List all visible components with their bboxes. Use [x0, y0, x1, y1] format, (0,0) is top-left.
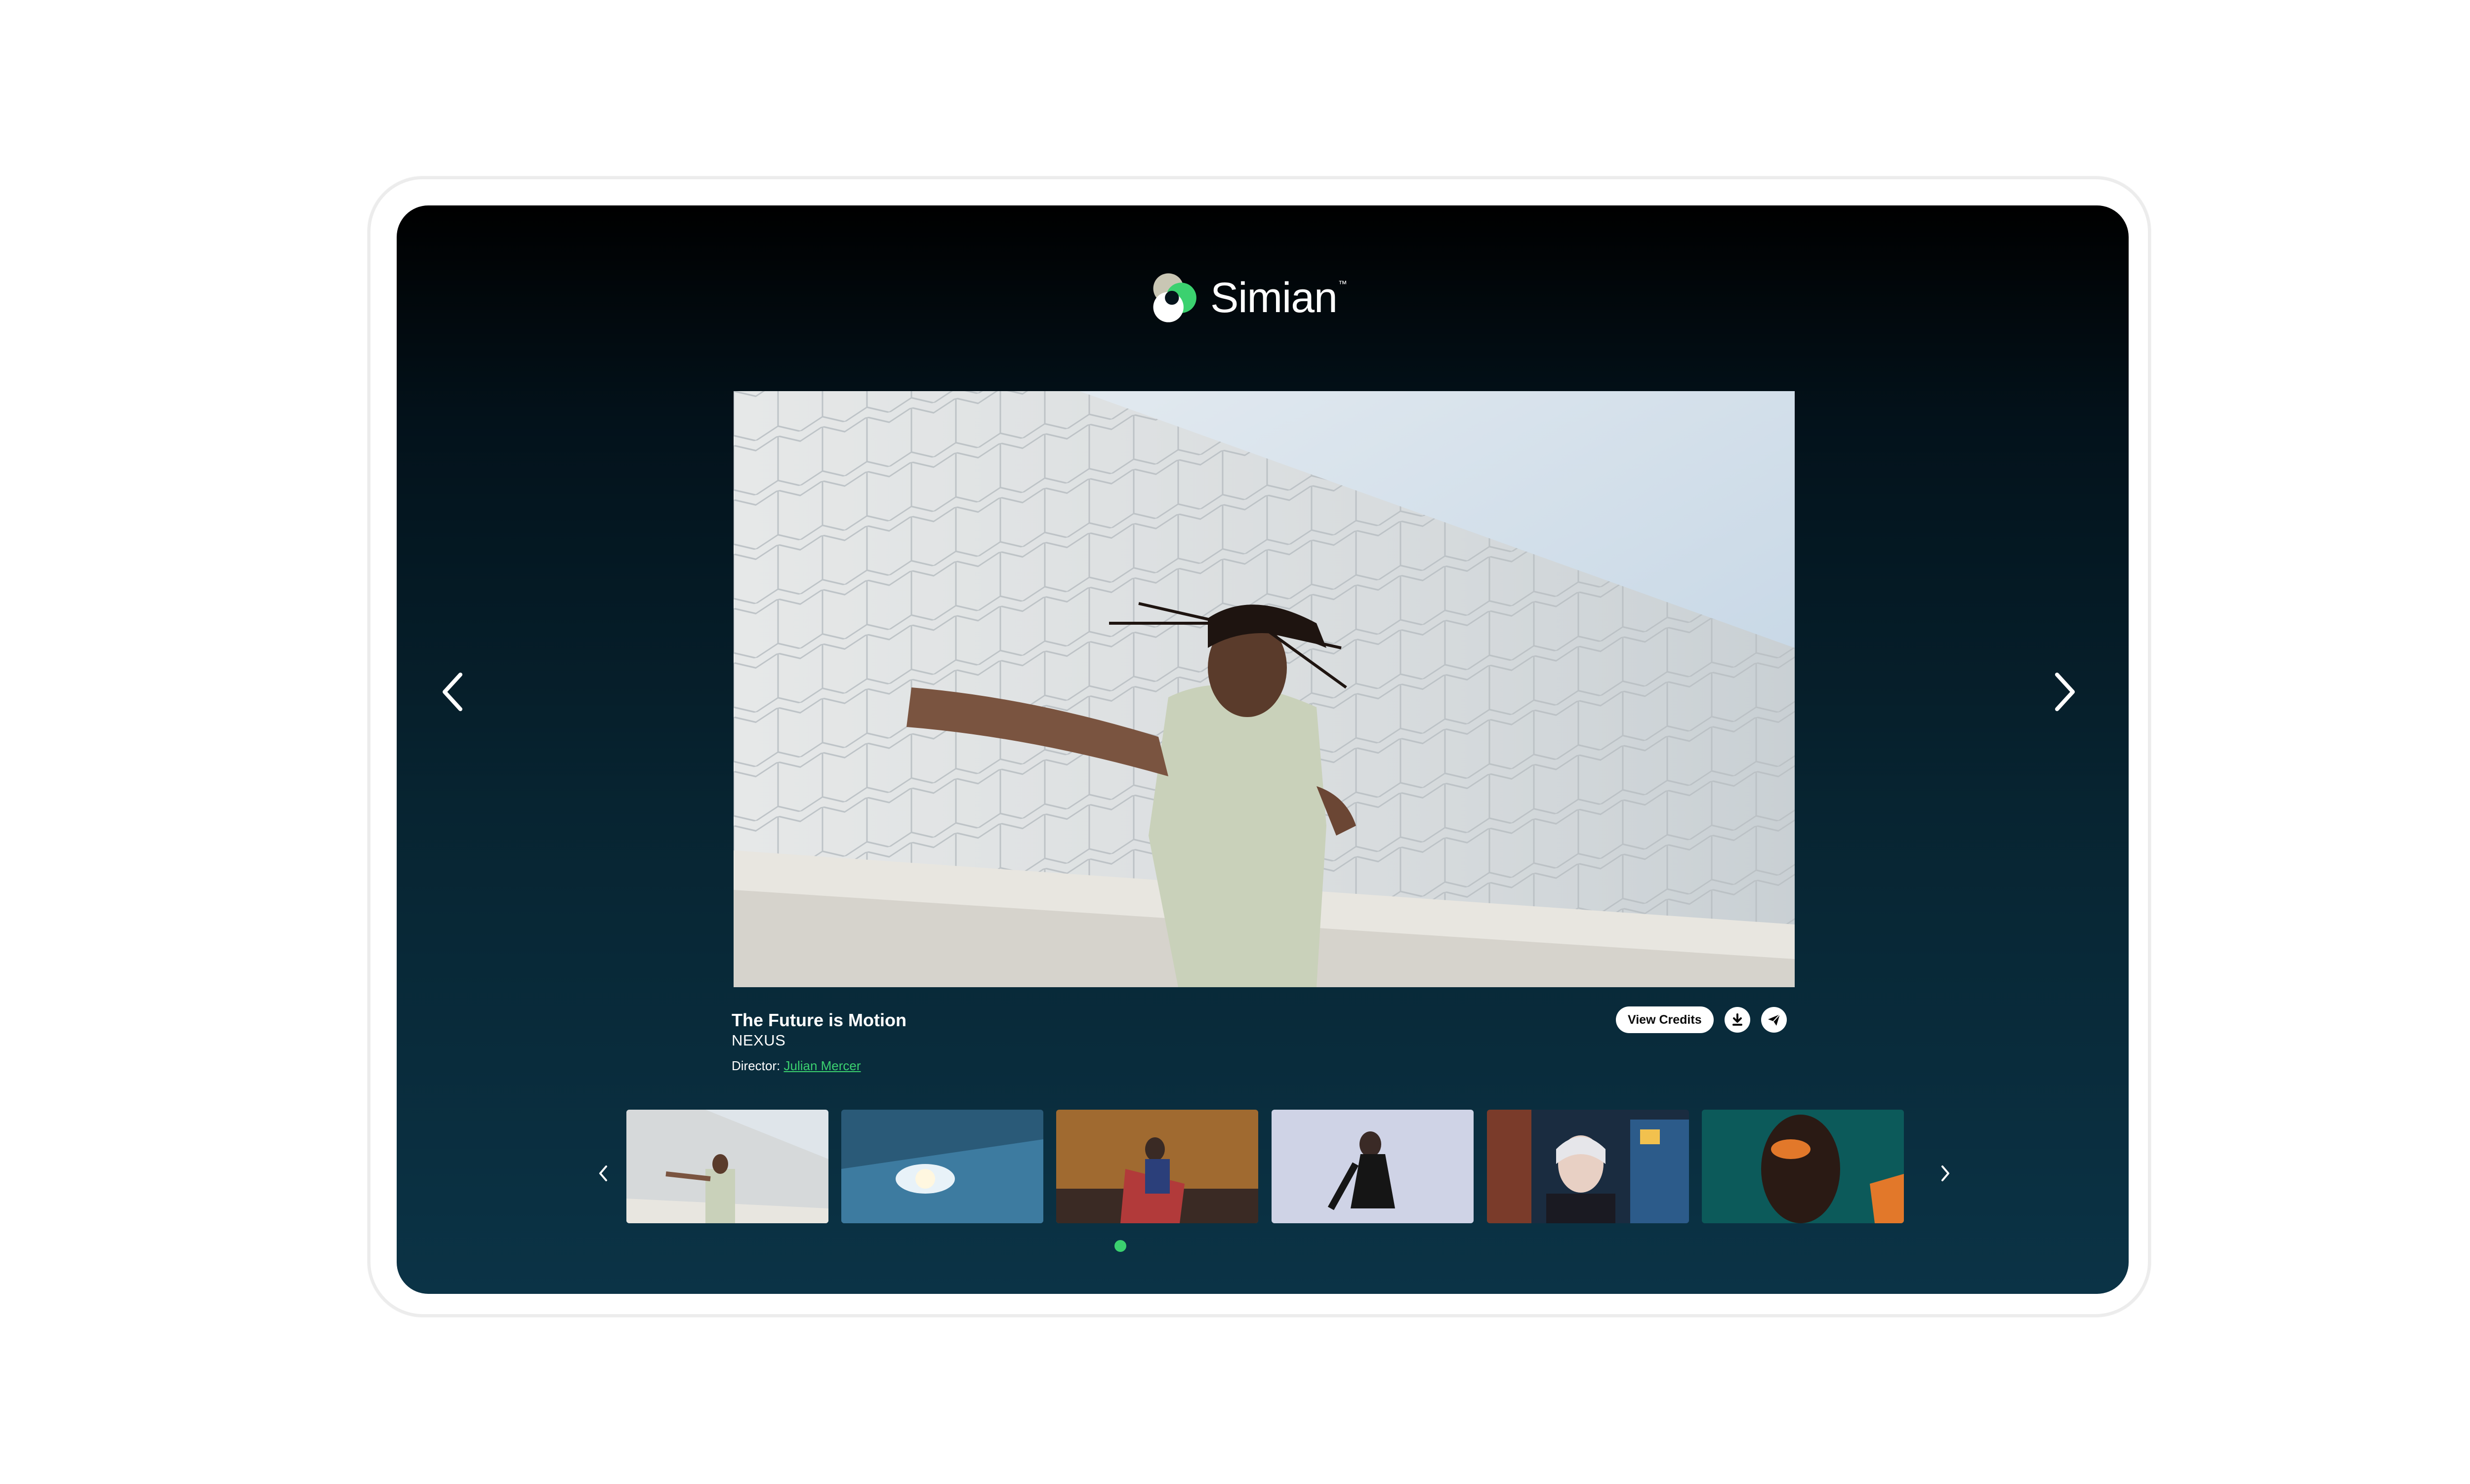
reel-director: Director: Julian Mercer [732, 1057, 906, 1075]
thumbnail-image [626, 1110, 828, 1223]
thumbnail-3[interactable] [1056, 1110, 1258, 1223]
reel-info: The Future is Motion NEXUS Director: Jul… [732, 1009, 906, 1075]
brand-name: Simian [1210, 274, 1338, 321]
thumbnail-image [1487, 1110, 1689, 1223]
chevron-left-icon [443, 673, 462, 711]
view-credits-button[interactable]: View Credits [1616, 1006, 1714, 1033]
thumbnail-image [1702, 1110, 1904, 1223]
thumbnails-prev-button[interactable] [593, 1159, 613, 1188]
simian-logo-icon [1145, 269, 1203, 327]
thumbnail-image [1272, 1110, 1474, 1223]
reel-actions: View Credits [1616, 1006, 1787, 1033]
thumbnail-2[interactable] [841, 1110, 1043, 1223]
screen: Simian ™ The Future is Motion NEXUS Dire… [397, 205, 2129, 1294]
chevron-right-icon [1941, 1165, 1949, 1181]
thumbnail-4[interactable] [1272, 1110, 1474, 1223]
reel-client: NEXUS [732, 1032, 786, 1049]
simian-logo: Simian ™ [1145, 266, 1347, 330]
active-thumbnail-indicator [1114, 1240, 1126, 1252]
thumbnail-image [841, 1110, 1043, 1223]
previous-reel-button[interactable] [431, 665, 476, 719]
trademark-symbol: ™ [1338, 279, 1347, 289]
reel-title: The Future is Motion [732, 1010, 906, 1030]
thumbnail-1[interactable] [626, 1110, 828, 1223]
thumbnail-5[interactable] [1487, 1110, 1689, 1223]
director-link[interactable]: Julian Mercer [783, 1058, 861, 1073]
download-icon [1732, 1013, 1742, 1026]
next-reel-button[interactable] [2042, 665, 2086, 719]
download-button[interactable] [1724, 1007, 1750, 1033]
video-frame [734, 391, 1795, 987]
tablet-frame: Simian ™ The Future is Motion NEXUS Dire… [368, 176, 2151, 1317]
director-label: Director: [732, 1058, 781, 1073]
chevron-right-icon [2055, 673, 2075, 711]
share-button[interactable] [1761, 1007, 1787, 1033]
thumbnails-next-button[interactable] [1935, 1159, 1955, 1188]
thumbnail-image [1056, 1110, 1258, 1223]
chevron-left-icon [599, 1165, 607, 1181]
video-player[interactable] [734, 391, 1795, 987]
send-icon [1768, 1014, 1780, 1026]
thumbnail-6[interactable] [1702, 1110, 1904, 1223]
